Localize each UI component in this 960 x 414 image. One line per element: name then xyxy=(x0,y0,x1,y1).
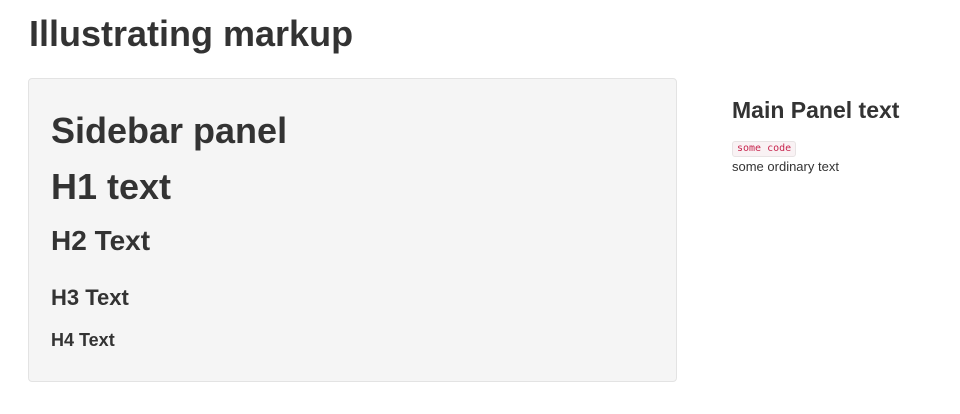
code-line: some code xyxy=(732,139,952,157)
page-title: Illustrating markup xyxy=(29,13,354,54)
main-panel: Main Panel text some code some ordinary … xyxy=(732,94,952,175)
main-panel-title: Main Panel text xyxy=(732,97,900,123)
sidebar-heading: Sidebar panel xyxy=(51,110,288,151)
sidebar-panel: Sidebar panel H1 text H2 Text H3 Text H4… xyxy=(28,78,677,382)
ordinary-text: some ordinary text xyxy=(732,159,839,174)
h3-text: H3 Text xyxy=(51,285,129,310)
h1-text: H1 text xyxy=(51,166,172,207)
page: Illustrating markup Sidebar panel H1 tex… xyxy=(0,0,960,414)
h4-text: H4 Text xyxy=(51,330,115,350)
h2-text: H2 Text xyxy=(51,225,151,256)
inline-code: some code xyxy=(732,141,797,157)
